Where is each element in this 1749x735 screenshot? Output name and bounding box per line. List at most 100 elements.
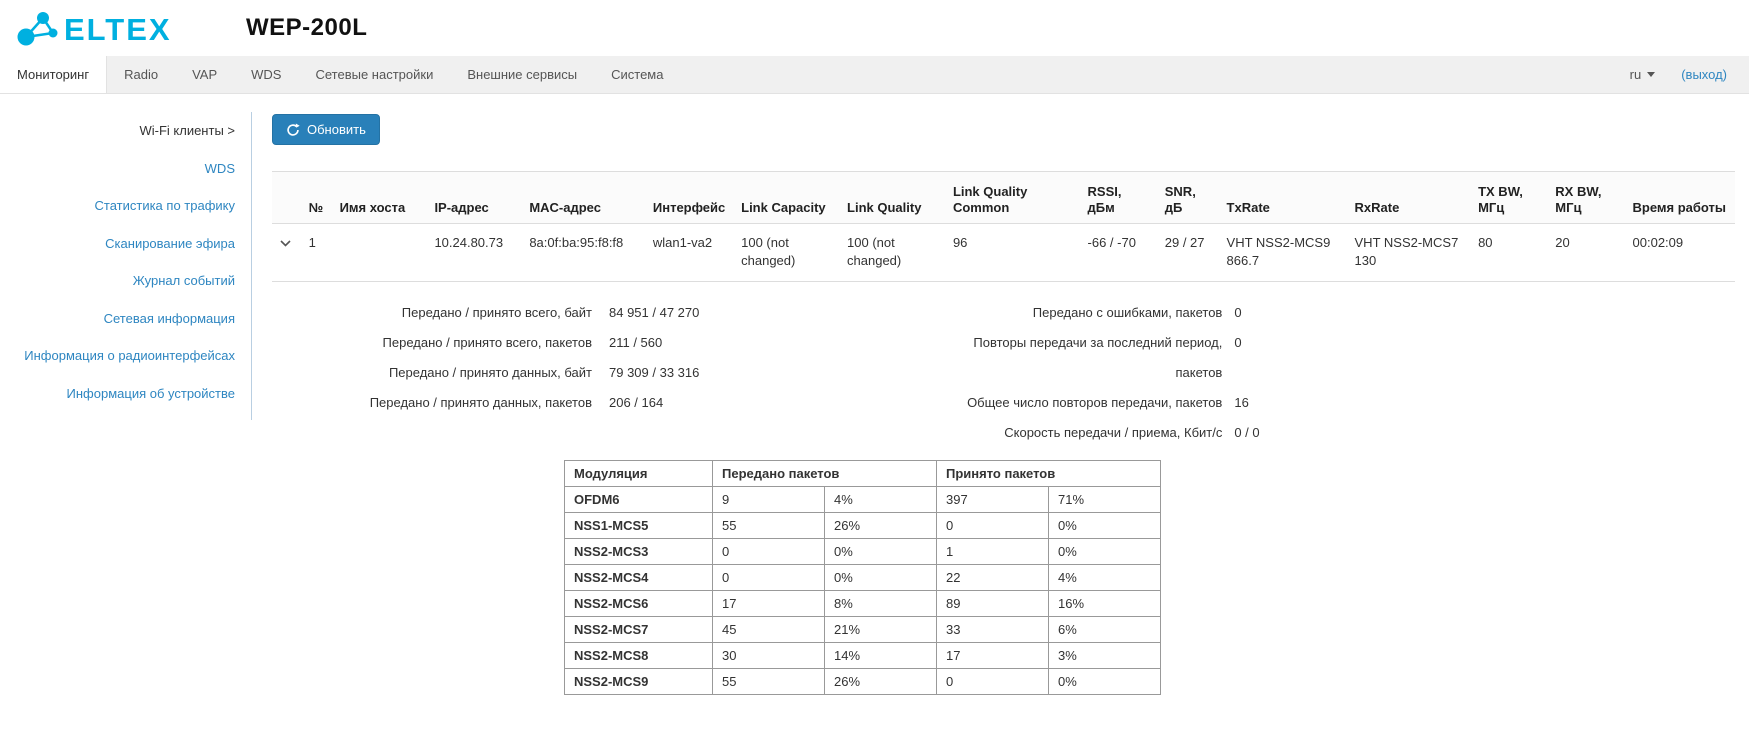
tab-vap[interactable]: VAP: [175, 56, 234, 93]
stat-label: Скорость передачи / приема, Кбит/с: [930, 418, 1222, 448]
tx-count: 55: [713, 512, 825, 538]
stat-label: Общее число повторов передачи, пакетов: [930, 388, 1222, 418]
rx-count: 1: [937, 538, 1049, 564]
stat-line: Повторы передачи за последний период, па…: [930, 328, 1735, 388]
refresh-button[interactable]: Обновить: [272, 114, 380, 145]
expand-column-header: [272, 172, 301, 224]
col-header-link-capacity: Link Capacity: [733, 172, 839, 224]
stat-label: Передано с ошибками, пакетов: [930, 298, 1222, 328]
col-header-mac: MAC-адрес: [521, 172, 645, 224]
wifi-clients-table: № Имя хоста IP-адрес MAC-адрес Интерфейс…: [272, 171, 1735, 282]
col-header-link-quality-common: Link Quality Common: [945, 172, 1080, 224]
sidebar-item-event-log[interactable]: Журнал событий: [0, 262, 251, 300]
rx-packets-col-header: Принято пакетов: [937, 460, 1161, 486]
modulation-row: NSS2-MCS7 45 21% 33 6%: [565, 616, 1161, 642]
col-header-uptime: Время работы: [1625, 172, 1735, 224]
client-link-quality: 100 (not changed): [839, 224, 945, 281]
rx-percent: 4%: [1049, 564, 1161, 590]
modulation-row: NSS1-MCS5 55 26% 0 0%: [565, 512, 1161, 538]
col-header-tx-bw: TX BW, МГц: [1470, 172, 1547, 224]
rx-percent: 6%: [1049, 616, 1161, 642]
client-number: 1: [301, 224, 332, 281]
client-tx-bw: 80: [1470, 224, 1547, 281]
modulation-table: Модуляция Передано пакетов Принято пакет…: [564, 460, 1161, 695]
sidebar-item-wifi-clients[interactable]: Wi-Fi клиенты >: [0, 112, 251, 150]
client-txrate: VHT NSS2-MCS9 866.7: [1219, 224, 1347, 281]
col-header-rssi: RSSI, дБм: [1080, 172, 1157, 224]
modulation-row: OFDM6 9 4% 397 71%: [565, 486, 1161, 512]
modulation-name: NSS2-MCS3: [565, 538, 713, 564]
sidebar: Wi-Fi клиенты > WDS Статистика по трафик…: [0, 94, 252, 420]
stats-column-right: Передано с ошибками, пакетов 0 Повторы п…: [930, 298, 1735, 448]
stat-label: Повторы передачи за последний период, па…: [930, 328, 1222, 388]
stat-line: Передано / принято всего, байт 84 951 / …: [272, 298, 930, 328]
tx-count: 0: [713, 538, 825, 564]
sidebar-item-wds[interactable]: WDS: [0, 150, 251, 188]
col-header-rx-bw: RX BW, МГц: [1547, 172, 1624, 224]
modulation-row: NSS2-MCS9 55 26% 0 0%: [565, 668, 1161, 694]
client-uptime: 00:02:09: [1625, 224, 1735, 281]
stat-label: Передано / принято данных, пакетов: [272, 388, 592, 418]
app-header: ELTEX WEP-200L: [0, 0, 1749, 56]
tx-percent: 21%: [825, 616, 937, 642]
client-row-expand-cell[interactable]: [272, 224, 301, 281]
rx-count: 0: [937, 512, 1049, 538]
tx-percent: 0%: [825, 564, 937, 590]
sidebar-item-air-scan[interactable]: Сканирование эфира: [0, 225, 251, 263]
sidebar-item-traffic-stats[interactable]: Статистика по трафику: [0, 187, 251, 225]
logout-link[interactable]: (выход): [1681, 67, 1727, 82]
col-header-link-quality: Link Quality: [839, 172, 945, 224]
rx-percent: 71%: [1049, 486, 1161, 512]
modulation-name: NSS2-MCS7: [565, 616, 713, 642]
tx-percent: 26%: [825, 512, 937, 538]
col-header-snr: SNR, дБ: [1157, 172, 1219, 224]
tx-percent: 4%: [825, 486, 937, 512]
refresh-icon: [286, 123, 300, 137]
tab-external-services[interactable]: Внешние сервисы: [450, 56, 594, 93]
col-header-interface: Интерфейс: [645, 172, 733, 224]
stat-line: Передано / принято всего, пакетов 211 / …: [272, 328, 930, 358]
client-detail-stats: Передано / принято всего, байт 84 951 / …: [272, 282, 1735, 450]
tab-system[interactable]: Система: [594, 56, 680, 93]
stats-column-left: Передано / принято всего, байт 84 951 / …: [272, 298, 930, 448]
sidebar-item-radio-interfaces-info[interactable]: Информация о радиоинтерфейсах: [0, 337, 251, 375]
eltex-logo: ELTEX: [12, 6, 194, 50]
tab-radio[interactable]: Radio: [107, 56, 175, 93]
client-mac: 8a:0f:ba:95:f8:f8: [521, 224, 645, 281]
modulation-header-row: Модуляция Передано пакетов Принято пакет…: [565, 460, 1161, 486]
tab-wds[interactable]: WDS: [234, 56, 298, 93]
modulation-name: NSS2-MCS8: [565, 642, 713, 668]
stat-line: Скорость передачи / приема, Кбит/с 0 / 0: [930, 418, 1735, 448]
language-selector[interactable]: ru: [1630, 67, 1656, 82]
stat-value: 0 / 0: [1222, 418, 1259, 448]
modulation-name: NSS2-MCS4: [565, 564, 713, 590]
tx-percent: 8%: [825, 590, 937, 616]
refresh-button-label: Обновить: [307, 122, 366, 137]
rx-count: 0: [937, 668, 1049, 694]
rx-percent: 3%: [1049, 642, 1161, 668]
logo-text: ELTEX: [64, 12, 172, 47]
client-row[interactable]: 1 10.24.80.73 8a:0f:ba:95:f8:f8 wlan1-va…: [272, 224, 1735, 281]
top-nav: Мониторинг Radio VAP WDS Сетевые настрой…: [0, 56, 1749, 94]
tab-monitoring[interactable]: Мониторинг: [0, 56, 107, 93]
stat-value: 211 / 560: [592, 328, 662, 358]
logo-molecule-icon: [18, 29, 35, 46]
main-panel: Обновить № Имя хоста IP-адрес MAC-адрес …: [252, 94, 1749, 715]
rx-count: 33: [937, 616, 1049, 642]
tx-count: 30: [713, 642, 825, 668]
modulation-col-header: Модуляция: [565, 460, 713, 486]
tab-network-settings[interactable]: Сетевые настройки: [298, 56, 450, 93]
stat-value: 84 951 / 47 270: [592, 298, 699, 328]
client-hostname: [332, 224, 427, 281]
stat-line: Передано с ошибками, пакетов 0: [930, 298, 1735, 328]
rx-count: 17: [937, 642, 1049, 668]
client-snr: 29 / 27: [1157, 224, 1219, 281]
stat-label: Передано / принято всего, байт: [272, 298, 592, 328]
sidebar-item-network-info[interactable]: Сетевая информация: [0, 300, 251, 338]
sidebar-item-device-info[interactable]: Информация об устройстве: [0, 375, 251, 413]
tx-count: 17: [713, 590, 825, 616]
stat-label: Передано / принято всего, пакетов: [272, 328, 592, 358]
client-rx-bw: 20: [1547, 224, 1624, 281]
tx-percent: 26%: [825, 668, 937, 694]
client-interface: wlan1-va2: [645, 224, 733, 281]
